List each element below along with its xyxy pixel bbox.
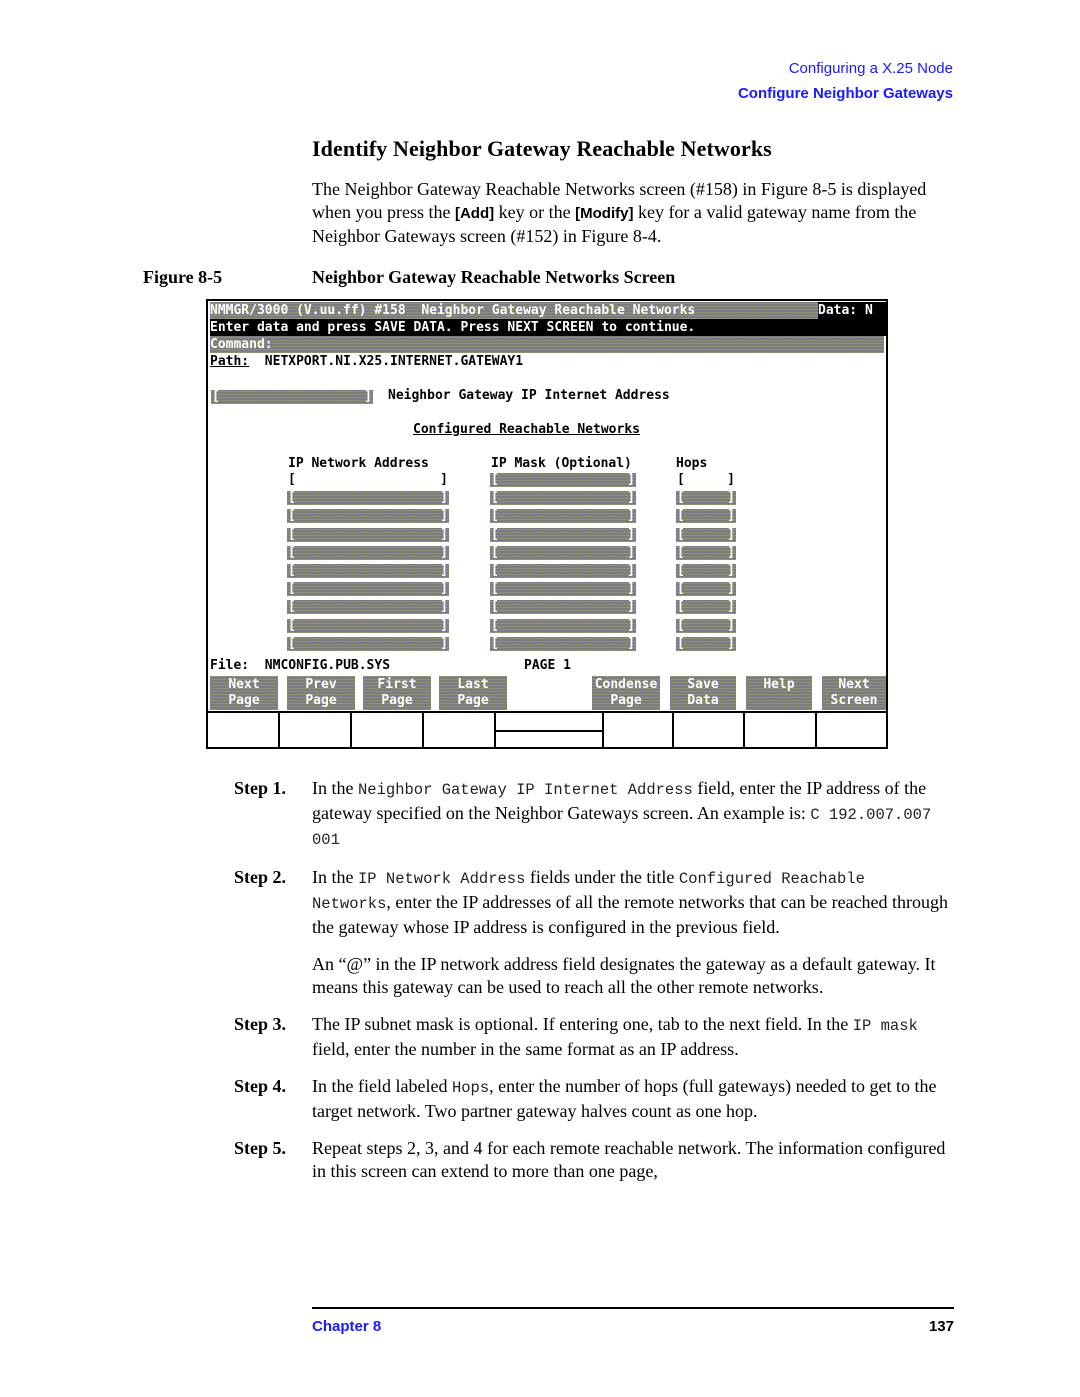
f5-key[interactable] [604,713,674,749]
screen-title: NMMGR/3000 (V.uu.ff) #158 Neighbor Gatew… [210,302,818,319]
step-body: In the field labeled Hops, enter the num… [312,1076,937,1121]
footer-chapter-link[interactable]: Chapter 8 [312,1318,381,1335]
hops-input[interactable]: [] [676,509,736,524]
ip-mask-input[interactable]: [] [490,564,636,578]
hops-input[interactable]: [] [676,618,736,633]
hops-input[interactable]: [] [676,491,736,506]
softkey-bar: Next Page Prev Page First Page Last Page Con… [208,676,886,712]
section-title: Identify Neighbor Gateway Reachable Netw… [312,136,772,161]
file-line: File: NMCONFIG.PUB.SYS [210,658,390,673]
gateway-ip-label: Neighbor Gateway IP Internet Address [388,388,670,403]
footer-rule [312,1307,954,1309]
save-data-softkey[interactable]: Save Data [670,676,736,710]
col-hops-label: Hops [676,456,708,471]
path-value: NETXPORT.NI.X25.INTERNET.GATEWAY1 [264,354,524,369]
condense-page-softkey[interactable]: Condense Page [592,676,660,710]
steps-list: Step 1. In the Neighbor Gateway IP Inter… [234,777,964,1197]
f1-key[interactable] [208,713,280,749]
add-key-ref: [Add] [454,205,495,222]
ip-mask-input[interactable]: [] [490,600,636,615]
step-4: Step 4. In the field labeled Hops, enter… [234,1075,964,1123]
step-label: Step 2. [234,867,287,887]
ip-network-address-input[interactable]: [] [287,564,449,578]
step-label: Step 5. [234,1138,287,1158]
step-body: In the IP Network Address fields under t… [312,867,949,937]
f2-key[interactable] [280,713,352,749]
terminal-header-line: NMMGR/3000 (V.uu.ff) #158 Neighbor Gatew… [210,302,886,319]
figure-label: Figure 8-5 [143,267,223,287]
instruction-line: Enter data and press SAVE DATA. Press NE… [210,319,886,336]
gateway-ip-input[interactable]: [] [211,390,373,404]
ip-network-address-input[interactable]: [] [287,545,449,560]
f6-key[interactable] [674,713,745,749]
last-page-softkey[interactable]: Last Page [439,676,507,710]
first-page-softkey[interactable]: First Page [363,676,431,710]
ip-mask-input[interactable]: [] [490,527,636,542]
hops-input[interactable]: [] [676,564,736,578]
page-indicator: PAGE 1 [524,658,571,673]
ip-mask-input[interactable]: [] [490,582,636,597]
function-key-grid [208,711,886,749]
prev-page-softkey[interactable]: Prev Page [287,676,355,710]
path-line: Path: NETXPORT.NI.X25.INTERNET.GATEWAY1 [210,353,523,370]
f7-key[interactable] [745,713,817,749]
ip-network-address-input[interactable]: [] [287,509,449,524]
f3-key[interactable] [352,713,424,749]
intro-text-2: key or the [494,202,576,222]
ip-network-address-input[interactable]: [] [287,618,449,633]
f4-key[interactable] [424,713,496,749]
ip-mask-input[interactable]: [] [490,473,636,487]
hops-input[interactable]: [] [676,527,736,542]
next-page-softkey[interactable]: Next Page [210,676,278,710]
ip-mask-input[interactable]: [] [490,545,636,560]
ip-mask-input[interactable]: [] [490,509,636,524]
ip-network-address-input[interactable]: [] [287,636,449,651]
ip-mask-input[interactable]: [] [490,618,636,633]
step-body: The IP subnet mask is optional. If enter… [312,1014,918,1059]
page-number: 137 [928,1318,954,1335]
file-label: File: [210,658,250,673]
step-2-note: An “@” in the IP network address field d… [312,954,936,997]
ip-network-address-input[interactable]: [] [287,600,449,615]
intro-paragraph: The Neighbor Gateway Reachable Networks … [312,178,962,248]
command-field[interactable]: Command: [210,336,884,353]
col-ip-network-label: IP Network Address [288,456,429,471]
step-2: Step 2. In the IP Network Address fields… [234,866,964,939]
hops-input[interactable]: [] [676,636,736,651]
ip-network-address-input[interactable]: [] [287,491,449,506]
modify-key-ref: [Modify] [575,205,634,222]
step-body: In the Neighbor Gateway IP Internet Addr… [312,778,932,849]
step-1: Step 1. In the Neighbor Gateway IP Inter… [234,777,964,852]
ip-mask-input[interactable]: [] [490,636,636,651]
figure-title: Neighbor Gateway Reachable Networks Scre… [312,267,676,287]
terminal-screen: NMMGR/3000 (V.uu.ff) #158 Neighbor Gatew… [206,299,888,749]
hops-input[interactable]: [] [676,473,736,487]
col-ip-mask-label: IP Mask (Optional) [491,456,632,471]
next-screen-softkey[interactable]: Next Screen [822,676,886,710]
center-key-divider [496,730,604,732]
ip-network-address-input[interactable]: [] [287,473,449,487]
file-value: NMCONFIG.PUB.SYS [264,658,391,673]
step-5: Step 5. Repeat steps 2, 3, and 4 for eac… [234,1137,964,1183]
step-label: Step 3. [234,1014,287,1034]
step-label: Step 1. [234,778,287,798]
step-body: Repeat steps 2, 3, and 4 for each remote… [312,1138,946,1181]
command-label: Command: [210,337,273,352]
path-label: Path: [210,354,250,369]
help-softkey[interactable]: Help [746,676,812,710]
hops-input[interactable]: [] [676,545,736,560]
running-head-section[interactable]: Configure Neighbor Gateways [738,85,953,102]
running-head-chapter[interactable]: Configuring a X.25 Node [789,60,953,77]
f8-key[interactable] [817,713,886,749]
ip-mask-input[interactable]: [] [490,491,636,506]
configured-networks-title: Configured Reachable Networks [413,422,640,437]
ip-network-address-input[interactable]: [] [287,582,449,597]
hops-input[interactable]: [] [676,582,736,597]
step-3: Step 3. The IP subnet mask is optional. … [234,1013,964,1061]
step-label: Step 4. [234,1076,287,1096]
ip-network-address-input[interactable]: [] [287,527,449,542]
hops-input[interactable]: [] [676,600,736,615]
data-flag: Data: N [818,302,886,319]
